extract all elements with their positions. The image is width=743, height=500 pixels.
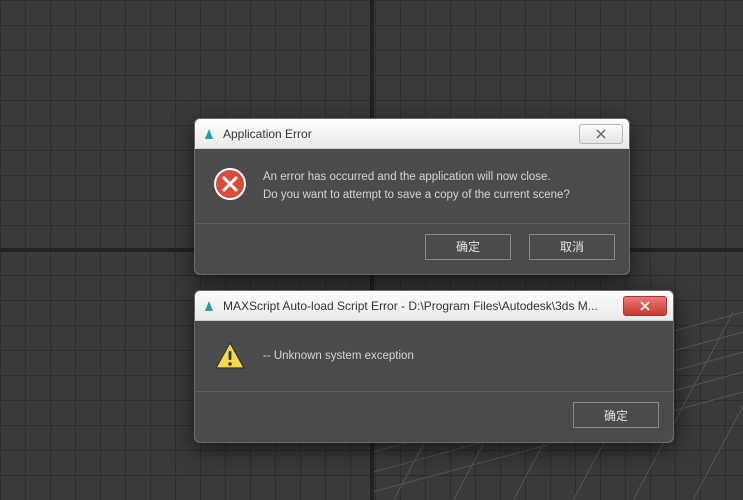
dialog-buttons: 确定 取消	[195, 223, 629, 274]
maxscript-error-dialog: MAXScript Auto-load Script Error - D:\Pr…	[194, 290, 674, 443]
close-button[interactable]	[579, 124, 623, 144]
dialog-titlebar[interactable]: MAXScript Auto-load Script Error - D:\Pr…	[195, 291, 673, 321]
dialog-title: Application Error	[223, 127, 573, 141]
warning-icon	[213, 339, 247, 373]
message-line: Do you want to attempt to save a copy of…	[263, 187, 570, 205]
dialog-titlebar[interactable]: Application Error	[195, 119, 629, 149]
dialog-content: -- Unknown system exception	[195, 321, 673, 391]
dialog-buttons: 确定	[195, 391, 673, 442]
application-error-dialog: Application Error An error has occurred …	[194, 118, 630, 275]
message-line: -- Unknown system exception	[263, 348, 414, 366]
app-icon	[201, 126, 217, 142]
dialog-title: MAXScript Auto-load Script Error - D:\Pr…	[223, 299, 617, 313]
dialog-content: An error has occurred and the applicatio…	[195, 149, 629, 223]
ok-button[interactable]: 确定	[573, 402, 659, 428]
error-icon	[213, 167, 247, 201]
close-button[interactable]	[623, 296, 667, 316]
app-icon	[201, 298, 217, 314]
ok-button[interactable]: 确定	[425, 234, 511, 260]
message-line: An error has occurred and the applicatio…	[263, 169, 570, 187]
cancel-button[interactable]: 取消	[529, 234, 615, 260]
